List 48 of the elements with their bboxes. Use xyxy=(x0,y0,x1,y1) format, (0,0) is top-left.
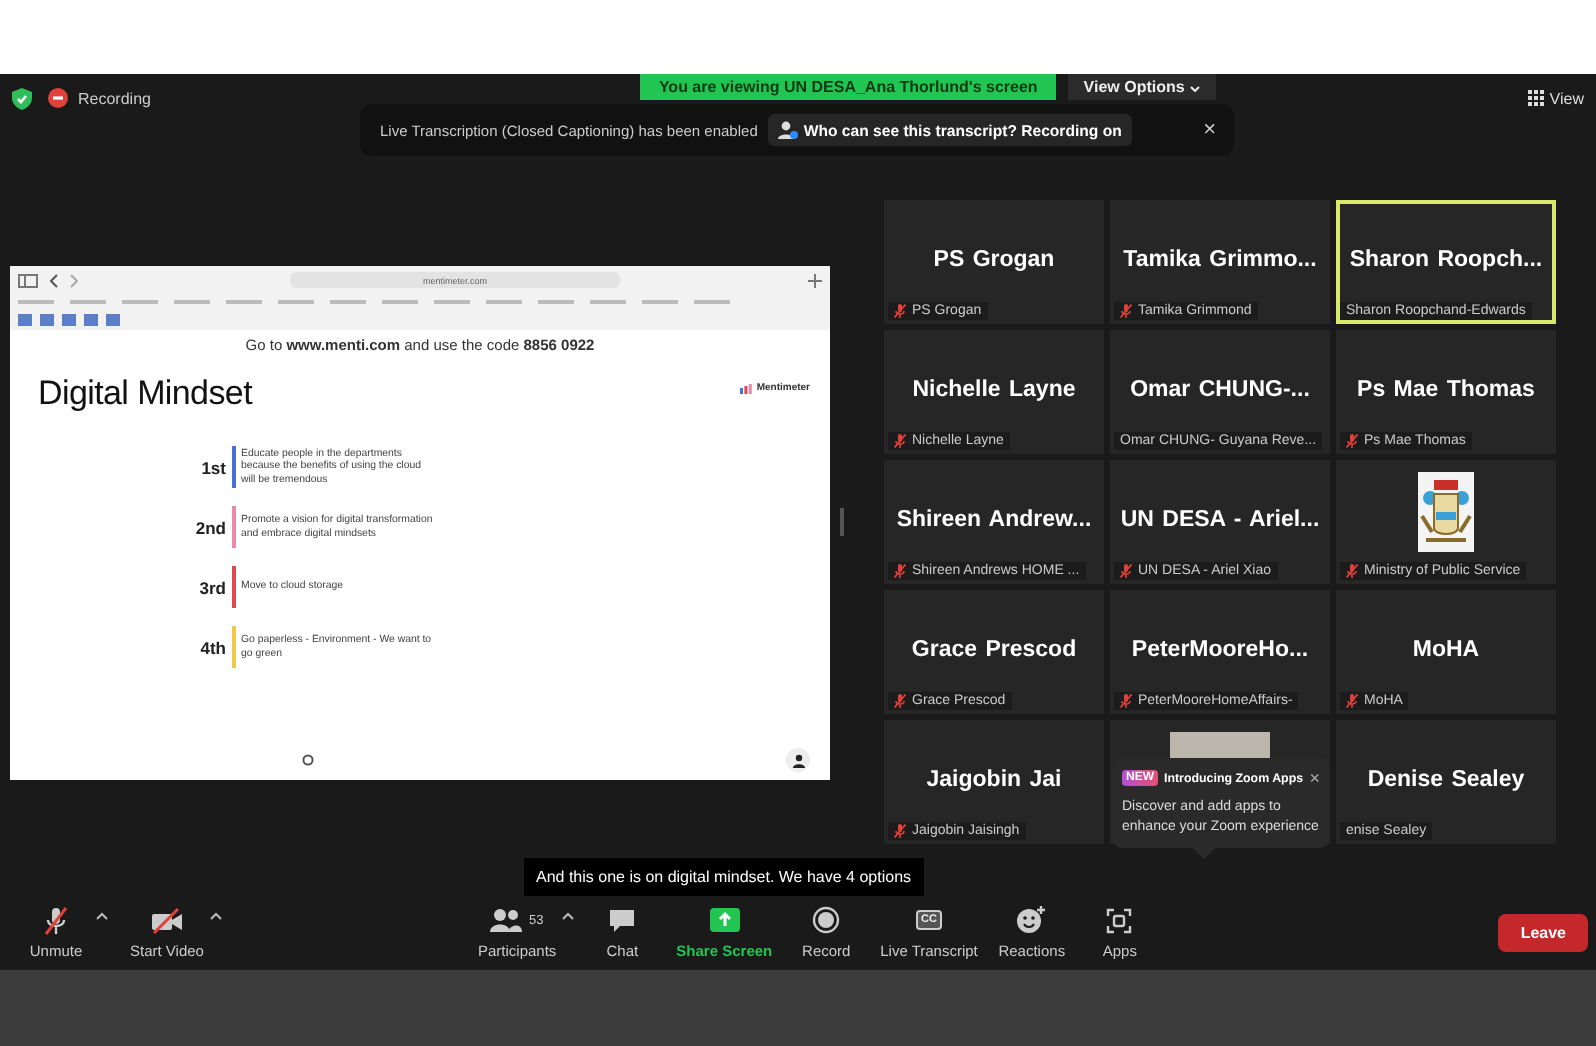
participant-name: Sharon Roopch... xyxy=(1349,248,1543,272)
people-icon xyxy=(490,908,523,932)
participant-name: Nichelle Layne xyxy=(912,378,1076,402)
rank-label: 1st xyxy=(199,457,226,477)
view-button[interactable]: View xyxy=(1314,89,1584,107)
caret-icon[interactable] xyxy=(209,911,222,919)
recording-label: Recording xyxy=(78,89,151,107)
user-icon[interactable] xyxy=(786,748,810,772)
chevron-down-icon xyxy=(1189,86,1200,92)
record-icon xyxy=(812,906,841,934)
sidebar-icon[interactable] xyxy=(18,273,38,287)
participant-name: Jaigobin Jai xyxy=(926,768,1062,792)
participant-name: UN DESA - Ariel... xyxy=(1120,508,1320,532)
rank-label: 3rd xyxy=(197,577,226,597)
recording-icon xyxy=(48,88,68,108)
caret-icon[interactable] xyxy=(96,911,108,919)
participant-name: Denise Sealey xyxy=(1367,768,1525,792)
smiley-plus-icon xyxy=(1016,906,1047,934)
close-button[interactable]: × xyxy=(1309,768,1320,788)
participant-name: Tamika Grimmo... xyxy=(1123,248,1317,272)
slide-title: Digital Mindset xyxy=(38,374,252,414)
close-button[interactable]: × xyxy=(1197,118,1222,142)
chat-bubble-icon xyxy=(608,907,637,933)
plus-icon[interactable] xyxy=(808,273,822,287)
participant-name: PeterMooreHo... xyxy=(1131,638,1309,662)
browser-tabs-drawing xyxy=(18,314,120,326)
caret-icon[interactable] xyxy=(562,911,575,919)
grid-icon xyxy=(1527,90,1544,106)
shield-icon xyxy=(12,87,32,109)
back-icon[interactable] xyxy=(50,273,58,287)
participant-name: Omar CHUNG-... xyxy=(1130,378,1310,402)
cursor-icon xyxy=(302,754,314,766)
participant-name: MoHA xyxy=(1412,638,1480,662)
person-icon xyxy=(777,120,798,140)
apps-icon xyxy=(1106,907,1133,933)
caption-text: And this one is on digital mindset. We have 4 options xyxy=(524,858,924,896)
share-screen-icon xyxy=(709,908,740,932)
resize-handle[interactable] xyxy=(840,508,844,536)
participant-name: Shireen Andrew... xyxy=(896,508,1092,532)
bar-chart-icon xyxy=(740,383,753,393)
leave-button[interactable]: Leave xyxy=(1498,913,1588,951)
participant-name: Ps Mae Thomas xyxy=(1357,378,1535,402)
participant-name: PS Grogan xyxy=(933,248,1055,272)
viewing-banner: You are viewing UN DESA_Ana Thorlund's screen xyxy=(640,74,1056,100)
view-options-button[interactable]: View Options xyxy=(1067,74,1216,100)
rank-label: 4th xyxy=(198,637,226,657)
rank-label: 2nd xyxy=(193,517,226,537)
participant-name: Grace Prescod xyxy=(911,638,1077,662)
